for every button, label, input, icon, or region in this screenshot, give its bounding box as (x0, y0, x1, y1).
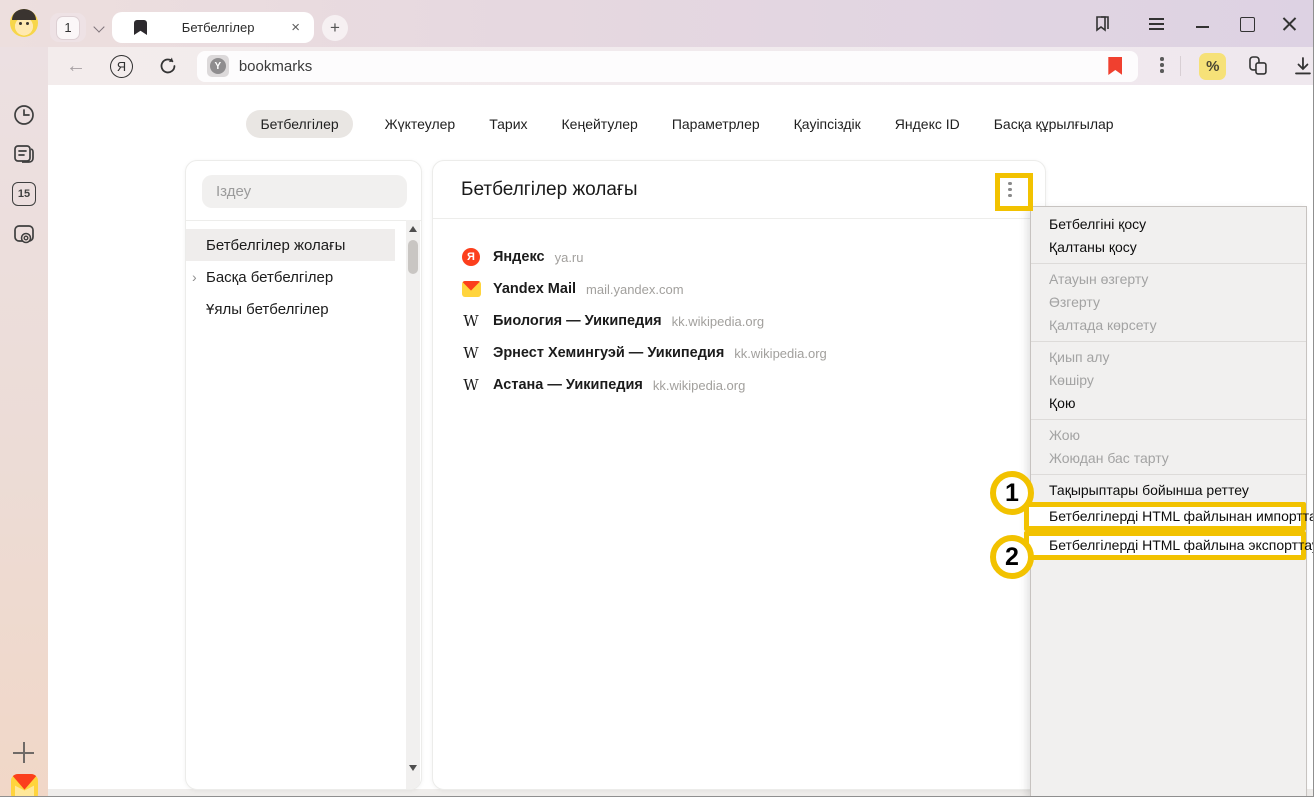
panel-divider (186, 220, 421, 221)
chevron-down-icon[interactable] (95, 23, 105, 33)
calendar-icon[interactable]: 15 (12, 182, 36, 206)
context-menu: Бетбелгіні қосу Қалтаны қосу Атауын өзге… (1030, 206, 1307, 797)
hamburger-menu-icon[interactable] (1147, 14, 1167, 34)
add-panel-icon[interactable] (13, 742, 35, 764)
address-bar[interactable]: Y bookmarks (197, 51, 1138, 82)
tab-strip: 1 Бетбелгілер × + (0, 0, 1314, 47)
folders-panel: Бетбелгілер жолағы › Басқа бетбелгілер Ұ… (185, 160, 422, 790)
menu-divider (1031, 474, 1306, 475)
folder-other-bookmarks[interactable]: › Басқа бетбелгілер (186, 261, 395, 293)
annotation-step-1: 1 (990, 471, 1034, 515)
folder-bookmarks-bar[interactable]: Бетбелгілер жолағы (186, 229, 395, 261)
wikipedia-favicon: W (463, 344, 478, 362)
wikipedia-favicon: W (463, 312, 478, 330)
menu-sort-by-title[interactable]: Тақырыптары бойынша реттеу (1031, 479, 1306, 502)
close-window-button[interactable] (1280, 14, 1300, 34)
tab-security[interactable]: Қауіпсіздік (792, 110, 863, 138)
bookmark-flag-icon[interactable] (1108, 57, 1122, 75)
scrollbar[interactable] (406, 220, 420, 789)
maximize-button[interactable] (1237, 14, 1257, 34)
browser-sidebar: 15 (0, 47, 48, 797)
yandex-favicon: Я (462, 248, 480, 266)
profile-avatar[interactable] (10, 9, 38, 37)
discounts-icon[interactable]: % (1199, 53, 1226, 80)
downloads-icon[interactable] (1292, 55, 1314, 77)
close-tab-icon[interactable]: × (289, 19, 302, 36)
bookmark-list: Я Яндекс ya.ru Yandex Mail mail.yandex.c… (433, 219, 1045, 401)
scroll-thumb[interactable] (408, 240, 418, 274)
menu-export-html[interactable]: Бетбелгілерді HTML файлына экспорттау (1029, 536, 1301, 555)
menu-divider (1031, 419, 1306, 420)
menu-divider (1031, 263, 1306, 264)
bookmark-row[interactable]: Yandex Mail mail.yandex.com (433, 273, 1045, 305)
yandex-mail-favicon (462, 281, 481, 297)
import-highlight-box: Бетбелгілерді HTML файлынан импорттау (1024, 502, 1306, 531)
folder-mobile-bookmarks[interactable]: Ұялы бетбелгілер (186, 293, 395, 325)
scroll-down-icon[interactable] (409, 765, 417, 771)
tab-history[interactable]: Тарих (487, 110, 529, 138)
minimize-button[interactable] (1193, 14, 1213, 34)
menu-cut: Қиып алу (1031, 346, 1306, 369)
menu-copy: Көшіру (1031, 369, 1306, 392)
bookmark-row[interactable]: W Эрнест Хемингуэй — Уикипедия kk.wikipe… (433, 337, 1045, 369)
history-icon[interactable] (12, 103, 36, 127)
site-favicon: Y (207, 55, 229, 77)
yandex-mail-app-icon[interactable] (11, 774, 38, 797)
menu-undo-delete: Жоюдан бас тарту (1031, 447, 1306, 470)
tab-bookmarks[interactable]: Бетбелгілер (246, 110, 352, 138)
tab-yandex-id[interactable]: Яндекс ID (893, 110, 962, 138)
export-highlight-box: Бетбелгілерді HTML файлына экспорттау (1024, 531, 1306, 560)
extensions-icon[interactable] (1246, 54, 1270, 78)
tab-settings[interactable]: Параметрлер (670, 110, 762, 138)
browser-window: 1 Бетбелгілер × + ← Я Y bookmarks % (0, 0, 1314, 797)
menu-paste[interactable]: Қою (1031, 392, 1306, 415)
tab-extensions[interactable]: Кеңейтулер (560, 110, 640, 138)
bookmark-icon (134, 20, 147, 35)
address-more-icon[interactable] (1160, 57, 1164, 75)
folder-list: Бетбелгілер жолағы › Басқа бетбелгілер Ұ… (186, 229, 421, 325)
scroll-up-icon[interactable] (409, 226, 417, 232)
tab-other-devices[interactable]: Басқа құрылғылар (992, 110, 1116, 138)
menu-edit: Өзгерту (1031, 291, 1306, 314)
tab-title: Бетбелгілер (147, 20, 289, 35)
menu-import-html[interactable]: Бетбелгілерді HTML файлынан импорттау (1029, 507, 1301, 526)
yandex-home-button[interactable]: Я (110, 55, 133, 78)
reload-button[interactable] (157, 55, 179, 77)
bookmark-row[interactable]: W Биология — Уикипедия kk.wikipedia.org (433, 305, 1045, 337)
menu-rename: Атауын өзгерту (1031, 268, 1306, 291)
active-tab[interactable]: Бетбелгілер × (112, 12, 314, 43)
feed-icon[interactable] (12, 142, 36, 166)
tab-downloads[interactable]: Жүктеулер (383, 110, 458, 138)
menu-divider (1031, 341, 1306, 342)
tab-count: 1 (57, 17, 79, 39)
panel-title: Бетбелгілер жолағы (461, 179, 997, 201)
navigation-toolbar: ← Я Y bookmarks % (48, 47, 1314, 85)
menu-add-bookmark[interactable]: Бетбелгіні қосу (1031, 213, 1306, 236)
toolbar-divider (1180, 56, 1181, 76)
menu-show-in-folder: Қалтада көрсету (1031, 314, 1306, 337)
bookmark-row[interactable]: W Астана — Уикипедия kk.wikipedia.org (433, 369, 1045, 401)
address-url: bookmarks (239, 58, 1108, 75)
annotation-step-2: 2 (990, 535, 1034, 579)
settings-nav: Бетбелгілер Жүктеулер Тарих Кеңейтулер П… (48, 110, 1314, 138)
menu-delete: Жою (1031, 424, 1306, 447)
bookmark-row[interactable]: Я Яндекс ya.ru (433, 241, 1045, 273)
side-panels-icon[interactable] (1092, 14, 1112, 34)
panel-header: Бетбелгілер жолағы (433, 161, 1045, 219)
wikipedia-favicon: W (463, 376, 478, 394)
new-tab-button[interactable]: + (322, 15, 348, 41)
back-button[interactable]: ← (66, 55, 86, 78)
kebab-highlight-box (995, 173, 1033, 211)
search-input[interactable] (202, 175, 407, 208)
expand-icon[interactable]: › (192, 270, 202, 284)
menu-add-folder[interactable]: Қалтаны қосу (1031, 236, 1306, 259)
bookmarks-panel: Бетбелгілер жолағы Я Яндекс ya.ru Yandex… (432, 160, 1046, 790)
tab-count-badge[interactable]: 1 (50, 13, 86, 42)
screenshot-icon[interactable] (12, 223, 36, 247)
